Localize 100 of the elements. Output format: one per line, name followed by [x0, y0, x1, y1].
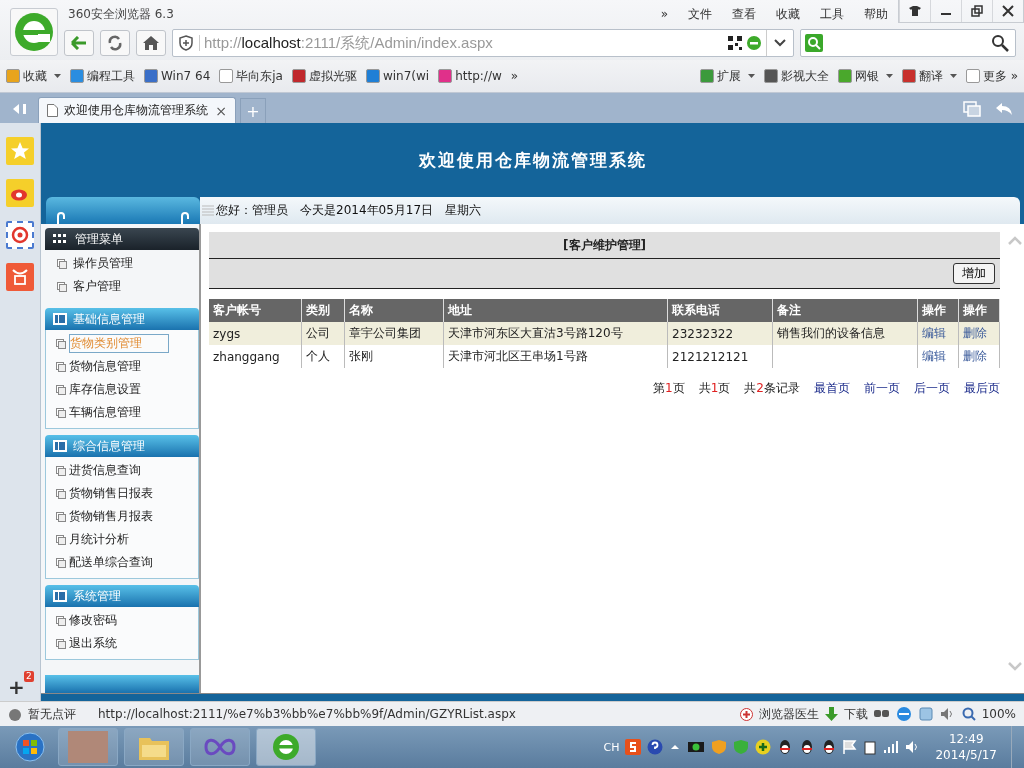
menu-item[interactable]: 收藏	[766, 5, 810, 23]
browser-logo-icon[interactable]	[10, 8, 58, 56]
back-button[interactable]	[64, 30, 94, 56]
search-icon[interactable]	[991, 34, 1009, 52]
shopping-bag-icon[interactable]	[6, 263, 34, 291]
column-header: 地址	[443, 299, 668, 322]
caret-icon	[949, 74, 957, 78]
panel-icon	[53, 590, 67, 602]
tray-app-icon[interactable]	[687, 739, 706, 755]
taskbar-app[interactable]	[256, 728, 316, 766]
menu-group-header[interactable]: 管理菜单	[45, 228, 199, 250]
refresh-button[interactable]	[100, 30, 130, 56]
download-button[interactable]: 下载	[843, 705, 868, 723]
browser-doctor-button[interactable]: 浏览器医生	[758, 705, 819, 723]
menu-item[interactable]: 月统计分析	[46, 528, 198, 551]
bookmark[interactable]: http://w	[438, 69, 502, 83]
table-row[interactable]: zygs 公司 章宇公司集团 天津市河东区大直沽3号路120号 23232322 销售我们的设备信息 编辑 删除	[209, 322, 1000, 345]
pagination-link[interactable]: 最后页	[964, 380, 1000, 397]
download-icon	[824, 707, 838, 721]
qr-code-icon[interactable]	[728, 36, 742, 50]
caret-icon	[54, 74, 61, 78]
browser-logo-icon	[271, 732, 301, 762]
home-button[interactable]	[136, 30, 166, 56]
flag-icon[interactable]	[843, 739, 858, 755]
table-cell: 个人	[306, 349, 330, 363]
toolbar-item[interactable]: 影视大全	[763, 67, 829, 85]
menu-item[interactable]: 库存信息设置	[46, 378, 198, 401]
more-bookmarks[interactable]: »	[510, 69, 519, 83]
table-cell: 公司	[306, 326, 330, 340]
menu-item[interactable]: 查看	[722, 5, 766, 23]
pagination-link[interactable]: 最首页	[814, 380, 850, 397]
browser-tab[interactable]: 欢迎使用仓库物流管理系统 ×	[38, 97, 236, 123]
item-icon	[56, 511, 66, 522]
caret-icon	[747, 74, 755, 78]
bookmark[interactable]: 收藏	[6, 67, 61, 85]
menu-item[interactable]: 修改密码	[46, 609, 198, 632]
first-aid-icon	[739, 707, 753, 721]
add-button[interactable]: +	[8, 675, 25, 699]
menu-item[interactable]: 文件	[678, 5, 722, 23]
table-cell: 销售我们的设备信息	[777, 326, 885, 340]
input-method-icon[interactable]	[625, 739, 642, 755]
device-icon[interactable]	[863, 739, 878, 755]
menu-item[interactable]: 配送单综合查询	[46, 551, 198, 574]
plus-circle-icon[interactable]	[755, 739, 772, 755]
menu-item[interactable]: 帮助	[854, 5, 898, 23]
menu-item[interactable]: 操作员管理	[45, 252, 199, 275]
menu-item[interactable]: 退出系统	[46, 632, 198, 655]
item-icon	[56, 465, 66, 476]
item-icon	[56, 384, 66, 395]
bookmark[interactable]: Win7 64	[144, 69, 211, 83]
table-cell: zhanggang	[213, 349, 280, 364]
search-engine-icon[interactable]	[805, 34, 823, 52]
item-icon	[56, 615, 66, 626]
rating-text[interactable]: 暂无点评	[28, 705, 76, 723]
table-cell: 2121212121	[672, 349, 749, 364]
menu-item[interactable]: 进货信息查询	[46, 459, 198, 482]
toolbar-item[interactable]: 扩展	[699, 67, 755, 85]
delete-link[interactable]: 删除	[963, 349, 988, 363]
status-url: http://localhost:2111/%e7%b3%bb%e7%bb%9f/Admin/GZYRList.aspx	[98, 707, 516, 721]
add-button[interactable]: 增加	[953, 263, 995, 284]
menu-item[interactable]: 工具	[810, 5, 854, 23]
signal-icon[interactable]	[883, 740, 900, 754]
page-info: 共2条记录	[744, 380, 800, 397]
bookmark[interactable]: 毕向东ja	[219, 67, 283, 85]
column-header: 备注	[772, 299, 918, 322]
column-header: 客户帐号	[209, 299, 302, 322]
bookmark[interactable]: 编程工具	[70, 67, 135, 85]
input-language[interactable]: CH	[603, 740, 620, 754]
table-cell: 23232322	[672, 326, 734, 341]
toolbar-item[interactable]: 更多 »	[965, 67, 1018, 85]
clock-date[interactable]: 2014/5/17	[935, 747, 997, 763]
item-icon	[57, 258, 67, 269]
menu-item[interactable]: 货物信息管理	[46, 355, 198, 378]
toolbar-item[interactable]: 翻译	[901, 67, 957, 85]
bookmark[interactable]: win7(wi	[365, 69, 430, 83]
pagination-link[interactable]: 前一页	[864, 380, 900, 397]
menu-item[interactable]: »	[650, 7, 678, 21]
menu-item[interactable]: 货物销售月报表	[46, 505, 198, 528]
window-icon[interactable]	[917, 707, 934, 721]
search-field[interactable]	[800, 29, 1016, 57]
table-row[interactable]: zhanggang 个人 张刚 天津市河北区王串场1号路 2121212121 编辑 删除	[209, 345, 1000, 368]
close-tab-button[interactable]: ×	[215, 102, 227, 119]
menu-item[interactable]: 货物销售日报表	[46, 482, 198, 505]
zoom-level[interactable]: 100%	[981, 707, 1016, 721]
address-field[interactable]: http://localhost:2111/系统/Admin/index.aspx	[172, 29, 794, 57]
help-icon[interactable]	[647, 739, 664, 755]
panel-title: [客户维护管理]	[563, 236, 646, 254]
infinity-icon	[204, 737, 236, 757]
toolbar-item[interactable]: 网银	[837, 67, 893, 85]
item-icon	[56, 557, 66, 568]
panel-icon	[53, 313, 67, 325]
taskbar-app[interactable]	[190, 728, 250, 766]
menu-item[interactable]: 客户管理	[45, 275, 199, 298]
pagination-link[interactable]: 后一页	[914, 380, 950, 397]
menu-item[interactable]: 车辆信息管理	[46, 401, 198, 424]
bookmark[interactable]: 虚拟光驱	[291, 67, 357, 85]
edit-link[interactable]: 编辑	[922, 349, 947, 363]
browser-title: 360安全浏览器 6.3	[68, 5, 174, 23]
rating-icon[interactable]	[8, 707, 22, 721]
taskbar-app[interactable]	[124, 728, 184, 766]
